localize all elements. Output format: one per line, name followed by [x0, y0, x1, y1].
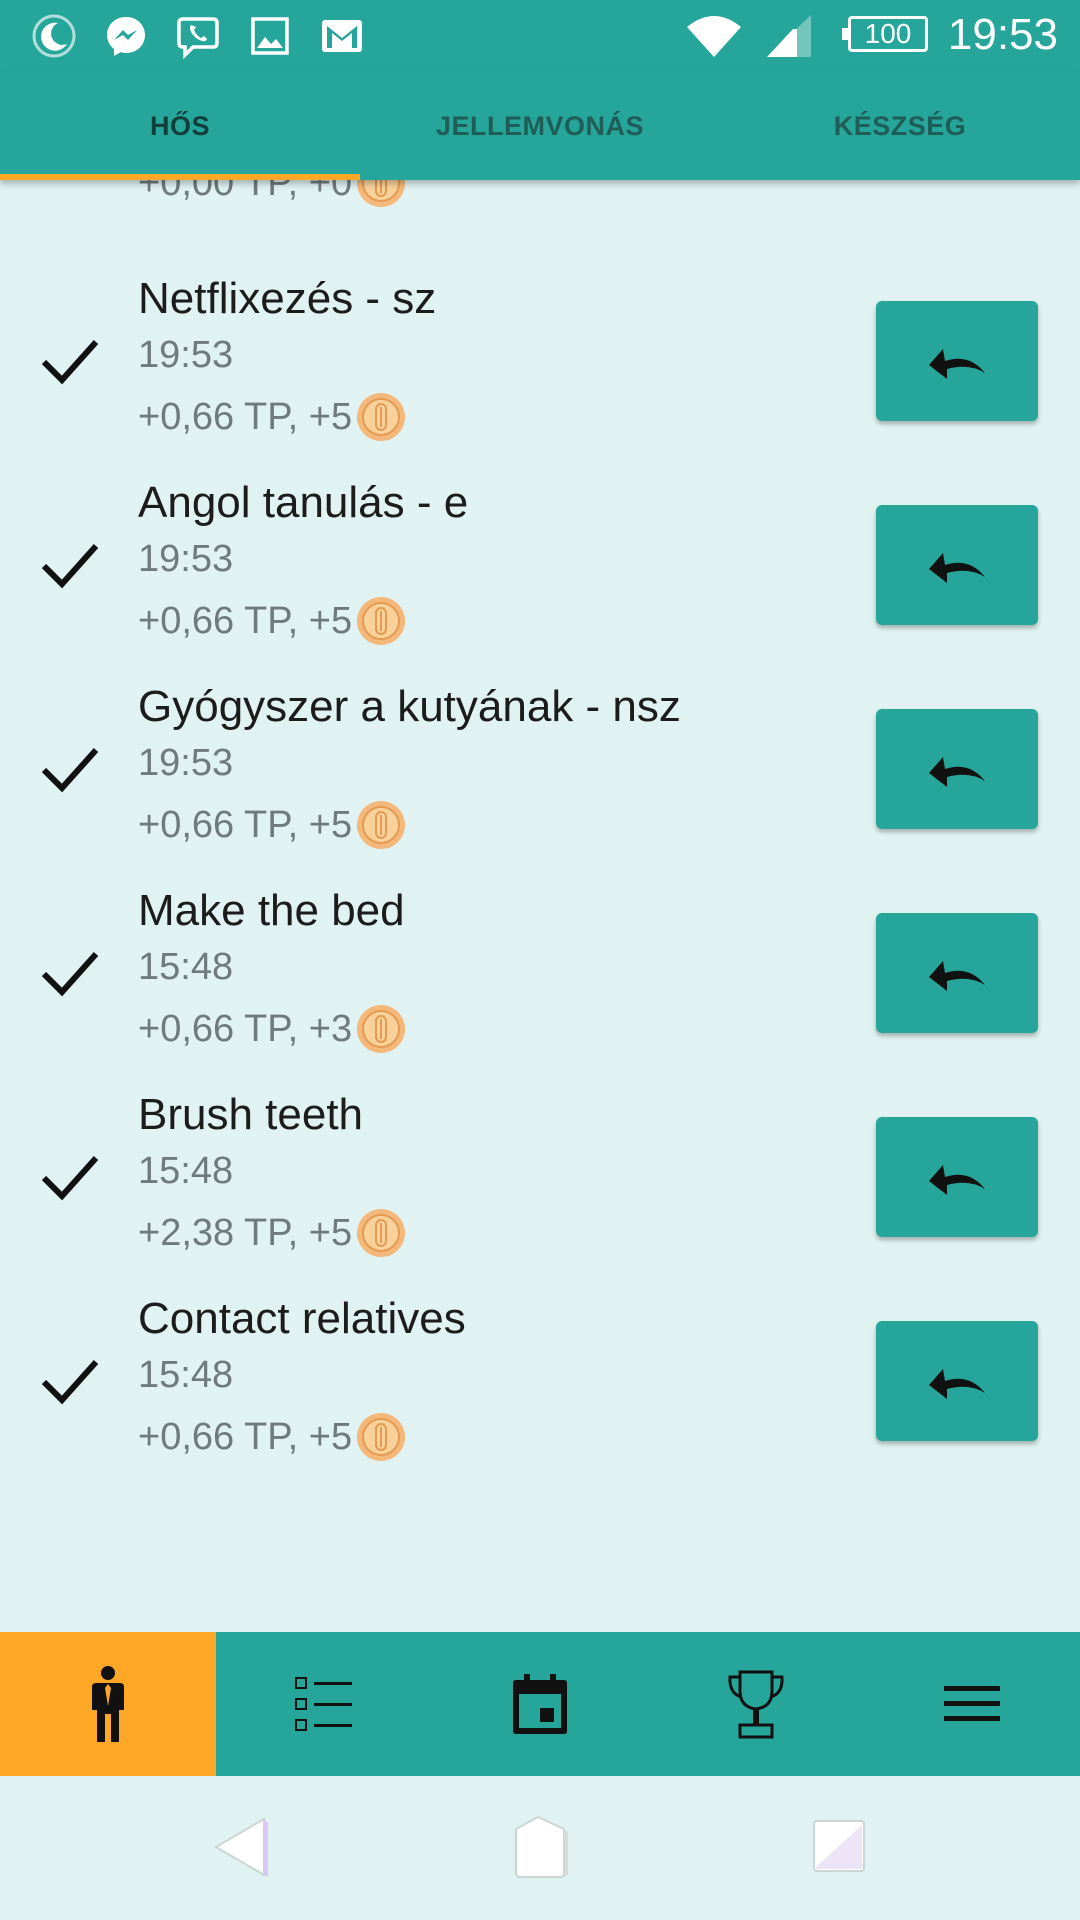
- nav-menu[interactable]: [864, 1632, 1080, 1776]
- undo-icon: [929, 553, 985, 583]
- undo-icon: [929, 757, 985, 787]
- nav-calendar[interactable]: [432, 1632, 648, 1776]
- task-title: Make the bed: [138, 886, 405, 935]
- messenger-icon: [102, 12, 150, 60]
- gold-coin-icon: [357, 597, 406, 645]
- undo-icon: [929, 961, 985, 991]
- home-pentagon-icon: [515, 1815, 568, 1878]
- tab-jellemvonas[interactable]: JELLEMVONÁS: [360, 72, 720, 180]
- tab-keszseg[interactable]: KÉSZSÉG: [720, 72, 1080, 180]
- undo-button[interactable]: [876, 913, 1038, 1033]
- checkmark-icon: [41, 747, 99, 793]
- task-reward: +0,66 TP, +3: [138, 1004, 406, 1054]
- calendar-icon: [513, 1674, 567, 1734]
- completed-task-list[interactable]: +0,00 TP, +0 Netflixezés - sz 19:53 +0,6…: [0, 180, 1080, 1632]
- undo-icon: [929, 1165, 985, 1195]
- home-button[interactable]: [507, 1814, 573, 1880]
- trophy-icon: [728, 1670, 784, 1739]
- task-title: Brush teeth: [138, 1090, 364, 1139]
- task-time: 15:48: [138, 946, 234, 988]
- task-reward: +0,66 TP, +5: [138, 596, 406, 646]
- task-time: 15:48: [138, 1354, 234, 1396]
- task-reward: +2,38 TP, +5: [138, 1208, 406, 1258]
- hero-person-icon: [92, 1666, 124, 1742]
- undo-button[interactable]: [876, 505, 1038, 625]
- task-time: 19:53: [138, 538, 234, 580]
- back-button[interactable]: [207, 1814, 273, 1880]
- gmail-icon: [318, 12, 366, 60]
- checkmark-icon: [41, 1359, 99, 1405]
- cell-signal-icon: [758, 12, 818, 60]
- checkmark-icon: [41, 543, 99, 589]
- undo-button[interactable]: [876, 1117, 1038, 1237]
- moon-icon: [30, 12, 78, 60]
- active-tab-indicator: [0, 174, 360, 180]
- back-triangle-icon: [214, 1817, 268, 1877]
- task-reward: +0,00 TP, +0: [138, 180, 406, 208]
- list-item: Make the bed 15:48 +0,66 TP, +3: [0, 880, 1080, 1084]
- task-reward: +0,66 TP, +5: [138, 1412, 406, 1462]
- gold-coin-icon: [357, 1005, 406, 1053]
- task-time: 19:53: [138, 334, 234, 376]
- task-title: Angol tanulás - e: [138, 478, 469, 527]
- bottom-navigation: [0, 1632, 1080, 1776]
- list-item: +0,00 TP, +0: [0, 180, 1080, 238]
- list-item: Brush teeth 15:48 +2,38 TP, +5: [0, 1084, 1080, 1288]
- undo-button[interactable]: [876, 709, 1038, 829]
- task-title: Gyógyszer a kutyának - nsz: [138, 682, 681, 731]
- recents-square-icon: [813, 1820, 865, 1872]
- recents-button[interactable]: [807, 1814, 873, 1880]
- task-list-icon: [295, 1677, 352, 1731]
- list-item: Netflixezés - sz 19:53 +0,66 TP, +5: [0, 268, 1080, 472]
- list-item: Angol tanulás - e 19:53 +0,66 TP, +5: [0, 472, 1080, 676]
- image-icon: [246, 12, 294, 60]
- gold-coin-icon: [357, 393, 406, 441]
- menu-icon: [944, 1686, 1000, 1721]
- task-time: 15:48: [138, 1150, 234, 1192]
- task-title: Contact relatives: [138, 1294, 466, 1343]
- viber-icon: [174, 12, 222, 60]
- checkmark-icon: [41, 951, 99, 997]
- system-navigation-bar: [0, 1776, 1080, 1920]
- nav-hero[interactable]: [0, 1632, 216, 1776]
- gold-coin-icon: [357, 1413, 406, 1461]
- checkmark-icon: [41, 1155, 99, 1201]
- tab-hos[interactable]: HŐS: [0, 72, 360, 180]
- checkmark-icon: [41, 339, 99, 385]
- task-reward: +0,66 TP, +5: [138, 392, 406, 442]
- list-item: Contact relatives 15:48 +0,66 TP, +5: [0, 1288, 1080, 1492]
- nav-achievements[interactable]: [648, 1632, 864, 1776]
- gold-coin-icon: [357, 1209, 406, 1257]
- battery-indicator: 100: [842, 16, 928, 52]
- undo-icon: [929, 349, 985, 379]
- task-time: 19:53: [138, 742, 234, 784]
- task-title: Netflixezés - sz: [138, 274, 437, 323]
- wifi-icon: [684, 12, 744, 60]
- undo-icon: [929, 1369, 985, 1399]
- gold-coin-icon: [357, 180, 406, 207]
- list-item: Gyógyszer a kutyának - nsz 19:53 +0,66 T…: [0, 676, 1080, 880]
- undo-button[interactable]: [876, 1321, 1038, 1441]
- nav-tasks[interactable]: [216, 1632, 432, 1776]
- status-bar: 100 19:53: [0, 0, 1080, 72]
- gold-coin-icon: [357, 801, 406, 849]
- clock: 19:53: [947, 10, 1058, 59]
- undo-button[interactable]: [876, 301, 1038, 421]
- tab-bar: HŐS JELLEMVONÁS KÉSZSÉG: [0, 72, 1080, 180]
- task-reward: +0,66 TP, +5: [138, 800, 406, 850]
